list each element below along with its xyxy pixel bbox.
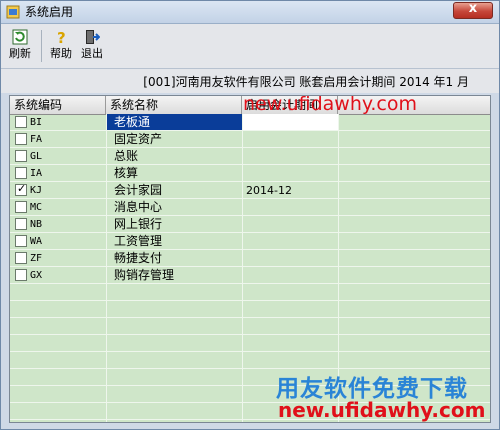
grid-row-line [10, 181, 490, 182]
enable-checkbox[interactable] [15, 218, 27, 230]
system-code: MC [30, 202, 43, 213]
refresh-button[interactable]: 刷新 [5, 27, 35, 65]
grid-row-line [10, 283, 490, 284]
enable-checkbox[interactable] [15, 252, 27, 264]
system-name: 总账 [114, 149, 139, 163]
table-row[interactable]: ✓ KJ 会计家园 2014-12 [10, 182, 490, 199]
system-code: IA [30, 168, 43, 179]
enable-period [242, 267, 338, 284]
system-code: FA [30, 134, 43, 145]
close-button[interactable]: x [453, 1, 493, 19]
grid-row-line [10, 232, 490, 233]
grid-row-line [10, 215, 490, 216]
refresh-label: 刷新 [9, 47, 31, 60]
refresh-icon [12, 29, 28, 45]
enable-checkbox[interactable]: ✓ [15, 182, 27, 196]
account-info-bar: [001]河南用友软件有限公司 账套启用会计期间 2014 年1 月 [1, 69, 499, 93]
table-row[interactable]: NB 网上银行 [10, 216, 490, 233]
grid-row-line [10, 317, 490, 318]
system-name: 工资管理 [114, 234, 163, 248]
enable-period: 2014-12 [246, 184, 292, 197]
enable-period [242, 131, 338, 148]
system-name: 畅捷支付 [114, 251, 163, 265]
toolbar-separator [41, 30, 42, 62]
system-name: 消息中心 [114, 200, 163, 214]
check-icon: ✓ [17, 182, 27, 195]
grid-row-line [10, 266, 490, 267]
table-row[interactable]: GL 总账 [10, 148, 490, 165]
svg-text:?: ? [57, 29, 66, 45]
system-enable-window: 系统启用 x 刷新 ? 帮助 退出 [001]河南用友软件有限公司 账套启用会计… [0, 0, 500, 430]
exit-button[interactable]: 退出 [77, 27, 107, 65]
exit-icon [86, 30, 100, 44]
toolbar: 刷新 ? 帮助 退出 [1, 24, 499, 69]
enable-checkbox[interactable] [15, 235, 27, 247]
enable-period [242, 199, 338, 216]
enable-checkbox[interactable] [15, 201, 27, 213]
enable-checkbox[interactable] [15, 150, 27, 162]
column-header-name[interactable]: 系统名称 [106, 96, 242, 114]
system-code: KJ [30, 185, 43, 196]
help-icon: ? [57, 29, 66, 45]
system-name: 核算 [114, 166, 139, 180]
system-code: ZF [30, 253, 43, 264]
grid-column-line [242, 114, 243, 422]
watermark-top: new.ufidawhy.com [243, 93, 418, 115]
help-button[interactable]: ? 帮助 [46, 27, 76, 65]
system-code: GX [30, 270, 43, 281]
close-icon: x [468, 1, 478, 16]
grid-column-line [106, 114, 107, 422]
exit-label: 退出 [81, 47, 103, 60]
table-row[interactable]: FA 固定资产 [10, 131, 490, 148]
system-name: 老板通 [114, 115, 151, 129]
table-row[interactable]: WA 工资管理 [10, 233, 490, 250]
enable-period [242, 165, 338, 182]
system-name: 固定资产 [114, 132, 163, 146]
window-title: 系统启用 [25, 5, 74, 19]
column-header-code[interactable]: 系统编码 [10, 96, 106, 114]
grid-row-line [10, 334, 490, 335]
system-code: GL [30, 151, 43, 162]
system-name: 购销存管理 [114, 268, 175, 282]
enable-period [242, 233, 338, 250]
watermark-url: new.ufidawhy.com [278, 398, 486, 422]
system-code: NB [30, 219, 43, 230]
enable-period [242, 250, 338, 267]
table-row[interactable]: IA 核算 [10, 165, 490, 182]
table-row[interactable]: MC 消息中心 [10, 199, 490, 216]
grid-row-line [10, 300, 490, 301]
system-code: WA [30, 236, 43, 247]
grid-row-line [10, 351, 490, 352]
help-label: 帮助 [50, 47, 72, 60]
table-row[interactable]: ZF 畅捷支付 [10, 250, 490, 267]
grid-row-line [10, 130, 490, 131]
enable-checkbox[interactable] [15, 167, 27, 179]
system-name: 网上银行 [114, 217, 163, 231]
system-code: BI [30, 117, 43, 128]
enable-checkbox[interactable] [15, 116, 27, 128]
account-period-info: [001]河南用友软件有限公司 账套启用会计期间 2014 年1 月 [143, 75, 469, 89]
enable-period [242, 148, 338, 165]
table-row[interactable]: BI 老板通 [10, 114, 490, 131]
table-row[interactable]: GX 购销存管理 [10, 267, 490, 284]
grid-row-line [10, 198, 490, 199]
enable-checkbox[interactable] [15, 269, 27, 281]
app-icon [6, 5, 20, 19]
grid-row-line [10, 147, 490, 148]
system-name: 会计家园 [114, 183, 163, 197]
grid-row-line [10, 164, 490, 165]
enable-period [242, 216, 338, 233]
grid-row-line [10, 249, 490, 250]
enable-period [242, 114, 338, 131]
title-bar[interactable]: 系统启用 x [1, 1, 499, 24]
enable-checkbox[interactable] [15, 133, 27, 145]
